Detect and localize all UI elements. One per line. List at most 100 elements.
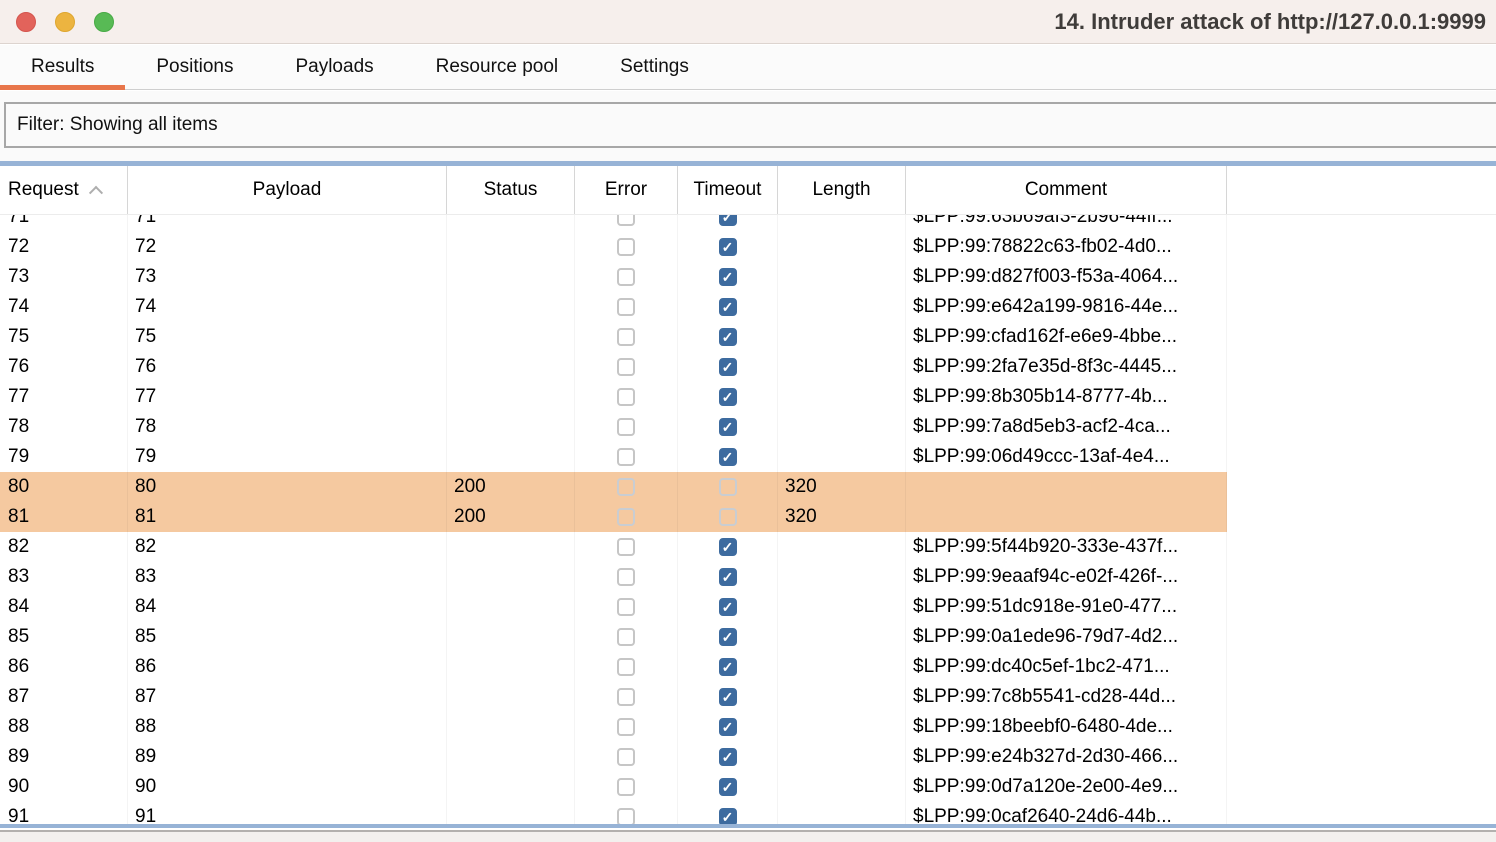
bottom-panel-divider[interactable] — [0, 828, 1496, 842]
results-table-body[interactable]: 71 71 $LPP:99:63b69af3-2b96-44ff... 72 7… — [0, 215, 1496, 824]
table-row[interactable]: 84 84 $LPP:99:51dc918e-91e0-477... — [0, 592, 1496, 622]
timeout-checkbox[interactable] — [719, 718, 737, 736]
table-row[interactable]: 82 82 $LPP:99:5f44b920-333e-437f... — [0, 532, 1496, 562]
timeout-checkbox[interactable] — [719, 478, 737, 496]
error-checkbox[interactable] — [617, 688, 635, 706]
timeout-checkbox[interactable] — [719, 298, 737, 316]
timeout-checkbox[interactable] — [719, 388, 737, 406]
timeout-checkbox[interactable] — [719, 238, 737, 256]
error-checkbox[interactable] — [617, 238, 635, 256]
column-header-status[interactable]: Status — [447, 166, 575, 214]
error-checkbox[interactable] — [617, 598, 635, 616]
table-row[interactable]: 74 74 $LPP:99:e642a199-9816-44e... — [0, 292, 1496, 322]
column-header-request[interactable]: Request — [0, 166, 128, 214]
table-row[interactable]: 73 73 $LPP:99:d827f003-f53a-4064... — [0, 262, 1496, 292]
error-checkbox[interactable] — [617, 778, 635, 796]
timeout-checkbox[interactable] — [719, 215, 737, 226]
column-header-timeout[interactable]: Timeout — [678, 166, 778, 214]
error-checkbox[interactable] — [617, 568, 635, 586]
error-checkbox[interactable] — [617, 508, 635, 526]
error-checkbox[interactable] — [617, 748, 635, 766]
cell-timeout — [678, 262, 778, 292]
cell-error — [575, 682, 678, 712]
error-checkbox[interactable] — [617, 418, 635, 436]
tab-results[interactable]: Results — [0, 45, 125, 90]
column-header-error[interactable]: Error — [575, 166, 678, 214]
table-row[interactable]: 86 86 $LPP:99:dc40c5ef-1bc2-471... — [0, 652, 1496, 682]
error-checkbox[interactable] — [617, 388, 635, 406]
error-checkbox[interactable] — [617, 358, 635, 376]
timeout-checkbox[interactable] — [719, 418, 737, 436]
cell-comment — [906, 472, 1227, 502]
cell-length — [778, 532, 906, 562]
error-checkbox[interactable] — [617, 808, 635, 824]
timeout-checkbox[interactable] — [719, 538, 737, 556]
cell-length — [778, 652, 906, 682]
table-row[interactable]: 77 77 $LPP:99:8b305b14-8777-4b... — [0, 382, 1496, 412]
table-row[interactable]: 79 79 $LPP:99:06d49ccc-13af-4e4... — [0, 442, 1496, 472]
table-row[interactable]: 78 78 $LPP:99:7a8d5eb3-acf2-4ca... — [0, 412, 1496, 442]
timeout-checkbox[interactable] — [719, 658, 737, 676]
error-checkbox[interactable] — [617, 215, 635, 226]
column-header-payload[interactable]: Payload — [128, 166, 447, 214]
timeout-checkbox[interactable] — [719, 568, 737, 586]
filter-bar[interactable]: Filter: Showing all items — [4, 102, 1496, 148]
cell-request: 91 — [0, 802, 128, 824]
cell-payload: 91 — [128, 802, 447, 824]
cell-status — [447, 382, 575, 412]
table-row[interactable]: 81 81 200 320 — [0, 502, 1496, 532]
timeout-checkbox[interactable] — [719, 358, 737, 376]
cell-error — [575, 215, 678, 232]
timeout-checkbox[interactable] — [719, 628, 737, 646]
column-header-request-label: Request — [8, 179, 79, 200]
timeout-checkbox[interactable] — [719, 268, 737, 286]
cell-timeout — [678, 622, 778, 652]
tab-payloads[interactable]: Payloads — [264, 45, 404, 90]
error-checkbox[interactable] — [617, 478, 635, 496]
table-row[interactable]: 75 75 $LPP:99:cfad162f-e6e9-4bbe... — [0, 322, 1496, 352]
minimize-window-icon[interactable] — [55, 12, 75, 32]
cell-filler — [1227, 742, 1496, 772]
cell-length: 320 — [778, 472, 906, 502]
error-checkbox[interactable] — [617, 538, 635, 556]
table-row[interactable]: 88 88 $LPP:99:18beebf0-6480-4de... — [0, 712, 1496, 742]
cell-error — [575, 442, 678, 472]
timeout-checkbox[interactable] — [719, 748, 737, 766]
timeout-checkbox[interactable] — [719, 508, 737, 526]
close-window-icon[interactable] — [16, 12, 36, 32]
error-checkbox[interactable] — [617, 448, 635, 466]
table-row[interactable]: 85 85 $LPP:99:0a1ede96-79d7-4d2... — [0, 622, 1496, 652]
timeout-checkbox[interactable] — [719, 688, 737, 706]
table-row[interactable]: 90 90 $LPP:99:0d7a120e-2e00-4e9... — [0, 772, 1496, 802]
tab-positions[interactable]: Positions — [125, 45, 264, 90]
table-row[interactable]: 91 91 $LPP:99:0caf2640-24d6-44b... — [0, 802, 1496, 824]
cell-status — [447, 532, 575, 562]
error-checkbox[interactable] — [617, 268, 635, 286]
error-checkbox[interactable] — [617, 628, 635, 646]
cell-payload: 89 — [128, 742, 447, 772]
table-row[interactable]: 72 72 $LPP:99:78822c63-fb02-4d0... — [0, 232, 1496, 262]
results-rows: 71 71 $LPP:99:63b69af3-2b96-44ff... 72 7… — [0, 215, 1496, 824]
zoom-window-icon[interactable] — [94, 12, 114, 32]
traffic-lights — [0, 12, 114, 32]
table-row[interactable]: 83 83 $LPP:99:9eaaf94c-e02f-426f-... — [0, 562, 1496, 592]
error-checkbox[interactable] — [617, 658, 635, 676]
timeout-checkbox[interactable] — [719, 448, 737, 466]
table-row[interactable]: 80 80 200 320 — [0, 472, 1496, 502]
timeout-checkbox[interactable] — [719, 598, 737, 616]
table-row[interactable]: 89 89 $LPP:99:e24b327d-2d30-466... — [0, 742, 1496, 772]
error-checkbox[interactable] — [617, 718, 635, 736]
error-checkbox[interactable] — [617, 298, 635, 316]
error-checkbox[interactable] — [617, 328, 635, 346]
table-row[interactable]: 76 76 $LPP:99:2fa7e35d-8f3c-4445... — [0, 352, 1496, 382]
timeout-checkbox[interactable] — [719, 778, 737, 796]
cell-comment: $LPP:99:8b305b14-8777-4b... — [906, 382, 1227, 412]
tab-resource-pool[interactable]: Resource pool — [405, 45, 590, 90]
column-header-comment[interactable]: Comment — [906, 166, 1227, 214]
column-header-length[interactable]: Length — [778, 166, 906, 214]
timeout-checkbox[interactable] — [719, 328, 737, 346]
timeout-checkbox[interactable] — [719, 808, 737, 824]
table-row[interactable]: 87 87 $LPP:99:7c8b5541-cd28-44d... — [0, 682, 1496, 712]
tab-settings[interactable]: Settings — [589, 45, 720, 90]
table-row[interactable]: 71 71 $LPP:99:63b69af3-2b96-44ff... — [0, 215, 1496, 232]
